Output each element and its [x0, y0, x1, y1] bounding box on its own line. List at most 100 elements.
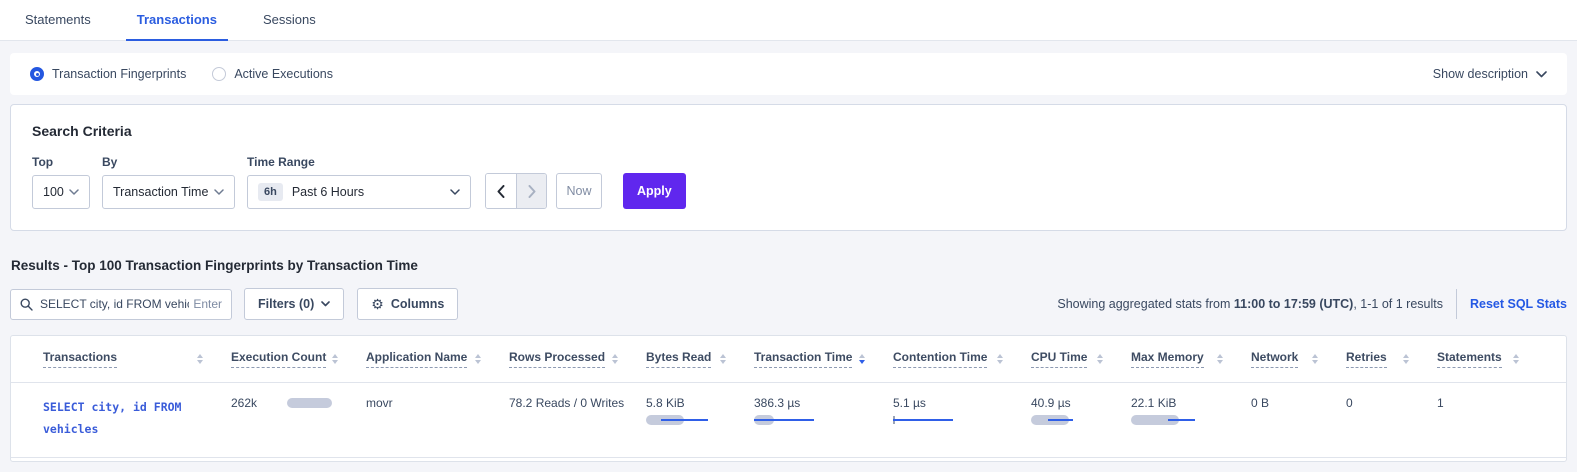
results-heading: Results - Top 100 Transaction Fingerprin… — [11, 258, 1567, 273]
search-input-value: SELECT city, id FROM vehicles W — [40, 297, 189, 311]
sort-arrows-icon[interactable] — [475, 354, 481, 364]
show-description-toggle[interactable]: Show description — [1433, 67, 1547, 81]
column-label: Transactions — [43, 350, 117, 368]
top-select-value: 100 — [43, 185, 64, 199]
column-header-max-memory[interactable]: Max Memory — [1131, 350, 1251, 368]
cell-network: 0 B — [1251, 396, 1346, 410]
cell-transaction-time: 386.3 µs — [754, 396, 893, 425]
apply-button[interactable]: Apply — [623, 173, 686, 209]
column-label: Network — [1251, 350, 1298, 368]
show-description-label: Show description — [1433, 67, 1528, 81]
time-range-badge: 6h — [258, 183, 283, 201]
filters-button[interactable]: Filters (0) — [244, 288, 344, 320]
column-header-contention-time[interactable]: Contention Time — [893, 350, 1031, 368]
column-header-statements[interactable]: Statements — [1437, 350, 1547, 368]
column-label: Contention Time — [893, 350, 987, 368]
by-select-value: Transaction Time — [113, 185, 208, 199]
time-range-select[interactable]: 6h Past 6 Hours — [247, 175, 471, 209]
sort-arrows-icon[interactable] — [1403, 354, 1409, 364]
columns-button-label: Columns — [391, 297, 444, 311]
cell-rows-processed: 78.2 Reads / 0 Writes — [509, 396, 646, 410]
chevron-right-icon — [528, 185, 536, 198]
search-criteria-panel: Search Criteria Top 100 By Transaction T… — [10, 104, 1567, 231]
results-controls-row: SELECT city, id FROM vehicles W Enter Fi… — [10, 288, 1567, 320]
column-header-cpu-time[interactable]: CPU Time — [1031, 350, 1131, 368]
now-button[interactable]: Now — [556, 173, 602, 209]
stat-barchart — [1131, 415, 1231, 425]
top-select[interactable]: 100 — [32, 175, 90, 209]
cell-execution-count: 262k — [231, 396, 366, 410]
time-next-button[interactable] — [516, 174, 546, 208]
column-header-transactions[interactable]: Transactions — [43, 350, 231, 368]
column-label: Transaction Time — [754, 350, 852, 368]
sort-arrows-icon[interactable] — [997, 354, 1003, 364]
chevron-down-icon — [450, 189, 460, 195]
column-header-application-name[interactable]: Application Name — [366, 350, 509, 368]
time-range-field-label: Time Range — [247, 155, 471, 169]
column-label: Bytes Read — [646, 350, 711, 368]
stat-barchart — [754, 415, 873, 425]
cell-application-name: movr — [366, 396, 509, 410]
cell-cpu-time: 40.9 µs — [1031, 396, 1131, 425]
chevron-left-icon — [497, 185, 505, 198]
sort-arrows-icon[interactable] — [1312, 354, 1318, 364]
sort-arrows-icon[interactable] — [859, 354, 865, 364]
table-row: SELECT city, id FROM vehicles 262kmovr78.… — [11, 383, 1566, 458]
cell-bytes-read: 5.8 KiB — [646, 396, 754, 425]
search-input[interactable]: SELECT city, id FROM vehicles W Enter — [10, 289, 232, 320]
column-header-retries[interactable]: Retries — [1346, 350, 1437, 368]
radio-selected-icon — [30, 67, 44, 81]
radio-active-executions[interactable]: Active Executions — [212, 67, 333, 81]
cell-value: 386.3 µs — [754, 396, 873, 410]
cell-value: 78.2 Reads / 0 Writes — [509, 396, 624, 410]
search-icon — [20, 298, 33, 311]
tab-transactions[interactable]: Transactions — [126, 0, 228, 40]
sort-arrows-icon[interactable] — [1097, 354, 1103, 364]
by-select[interactable]: Transaction Time — [102, 175, 235, 209]
search-criteria-title: Search Criteria — [32, 123, 1545, 139]
transactions-table: Transactions Execution Count Application N… — [10, 335, 1567, 462]
cell-transactions[interactable]: SELECT city, id FROM vehicles — [43, 396, 231, 441]
chevron-down-icon — [321, 301, 330, 307]
cell-retries: 0 — [1346, 396, 1437, 410]
radio-unselected-icon — [212, 67, 226, 81]
chevron-down-icon — [69, 189, 79, 195]
cell-value: 40.9 µs — [1031, 396, 1111, 410]
column-header-execution-count[interactable]: Execution Count — [231, 350, 366, 368]
vertical-divider — [1456, 289, 1457, 319]
transaction-fingerprint-link[interactable]: SELECT city, id FROM vehicles — [43, 400, 181, 436]
cell-value: 0 B — [1251, 396, 1269, 410]
column-label: Execution Count — [231, 350, 326, 368]
column-label: Rows Processed — [509, 350, 605, 368]
sort-arrows-icon[interactable] — [197, 354, 203, 364]
cell-value: 22.1 KiB — [1131, 396, 1231, 410]
filters-button-label: Filters (0) — [258, 297, 314, 311]
column-header-network[interactable]: Network — [1251, 350, 1346, 368]
cell-value: 5.1 µs — [893, 396, 1011, 410]
column-header-transaction-time[interactable]: Transaction Time — [754, 350, 893, 368]
sort-arrows-icon[interactable] — [332, 354, 338, 364]
cell-max-memory: 22.1 KiB — [1131, 396, 1251, 425]
sort-arrows-icon[interactable] — [720, 354, 726, 364]
columns-button[interactable]: ⚙ Columns — [357, 288, 458, 320]
time-prev-button[interactable] — [486, 174, 516, 208]
top-field-label: Top — [32, 155, 90, 169]
cell-value: 5.8 KiB — [646, 396, 734, 410]
showing-range: 11:00 to 17:59 (UTC) — [1234, 297, 1353, 311]
tab-statements[interactable]: Statements — [14, 0, 102, 40]
by-field-label: By — [102, 155, 235, 169]
radio-label: Active Executions — [234, 67, 333, 81]
column-label: Retries — [1346, 350, 1387, 368]
cell-statements: 1 — [1437, 396, 1547, 410]
showing-stats-text: Showing aggregated stats from 11:00 to 1… — [1057, 297, 1443, 311]
chevron-down-icon — [214, 189, 224, 195]
radio-transaction-fingerprints[interactable]: Transaction Fingerprints — [30, 67, 186, 81]
cell-value: 0 — [1346, 396, 1353, 410]
reset-sql-stats-link[interactable]: Reset SQL Stats — [1470, 297, 1567, 311]
tab-sessions[interactable]: Sessions — [252, 0, 327, 40]
column-header-rows-processed[interactable]: Rows Processed — [509, 350, 646, 368]
sort-arrows-icon[interactable] — [612, 354, 618, 364]
sort-arrows-icon[interactable] — [1513, 354, 1519, 364]
column-header-bytes-read[interactable]: Bytes Read — [646, 350, 754, 368]
sort-arrows-icon[interactable] — [1217, 354, 1223, 364]
